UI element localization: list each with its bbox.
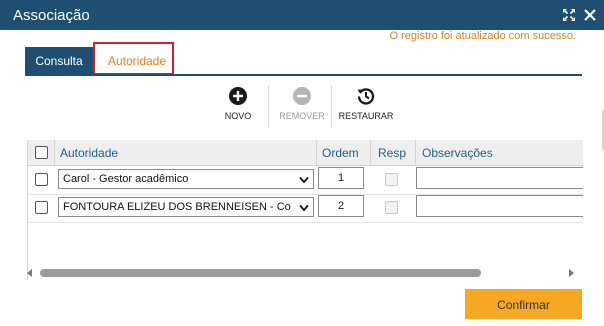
chevron-down-icon <box>299 203 309 212</box>
restore-button[interactable]: RESTAURAR <box>336 86 396 121</box>
remove-button-label: REMOVER <box>279 111 325 121</box>
tab-highlight-box <box>93 42 174 75</box>
status-message: O registro foi atualizado com sucesso. <box>389 30 576 42</box>
restore-history-icon <box>356 86 376 106</box>
column-header-ordem[interactable]: Ordem <box>322 146 359 160</box>
autoridade-select-value: FONTOURA ELIZEU DOS BRENNEISEN - Coorden… <box>63 201 291 213</box>
resp-checkbox[interactable] <box>385 173 398 186</box>
column-divider <box>370 140 371 165</box>
scrollbar-thumb[interactable] <box>40 269 481 277</box>
window-title: Associação <box>13 7 90 24</box>
horizontal-scrollbar[interactable] <box>27 266 582 280</box>
new-button[interactable]: NOVO <box>216 86 260 121</box>
tab-underline <box>25 74 582 76</box>
autoridade-select[interactable]: Carol - Gestor acadêmico <box>58 169 314 189</box>
table-row: FONTOURA ELIZEU DOS BRENNEISEN - Coorden… <box>28 194 583 223</box>
column-header-autoridade[interactable]: Autoridade <box>60 146 118 160</box>
ordem-input[interactable]: 1 <box>318 167 364 189</box>
confirm-button[interactable]: Confirmar <box>465 289 582 319</box>
expand-arrows-icon[interactable] <box>562 8 576 22</box>
resp-checkbox[interactable] <box>385 201 398 214</box>
column-divider <box>316 140 317 165</box>
column-header-resp[interactable]: Resp <box>378 146 406 160</box>
window-titlebar: Associação <box>0 0 604 30</box>
remove-button[interactable]: REMOVER <box>276 86 328 121</box>
new-button-label: NOVO <box>224 111 252 121</box>
restore-button-label: RESTAURAR <box>338 111 394 121</box>
select-all-checkbox[interactable] <box>35 146 48 159</box>
column-header-observacoes[interactable]: Observações <box>422 146 493 160</box>
tab-consulta[interactable]: Consulta <box>25 47 93 75</box>
toolbar-divider <box>268 86 269 128</box>
autoridade-select-value: Carol - Gestor acadêmico <box>63 173 189 185</box>
observacoes-input[interactable] <box>416 167 583 189</box>
autoridade-select[interactable]: FONTOURA ELIZEU DOS BRENNEISEN - Coorden… <box>58 197 314 217</box>
chevron-down-icon <box>299 175 309 184</box>
close-x-icon[interactable] <box>583 8 597 22</box>
scroll-right-icon[interactable] <box>569 269 574 277</box>
plus-circle-icon <box>228 86 248 106</box>
row-checkbox[interactable] <box>35 201 48 214</box>
scroll-left-icon[interactable] <box>27 269 32 277</box>
ordem-input[interactable]: 2 <box>318 195 364 217</box>
toolbar-divider <box>331 86 332 128</box>
grid-header: Autoridade Ordem Resp Observações <box>28 140 583 166</box>
column-divider <box>54 140 55 165</box>
minus-circle-icon <box>292 86 312 106</box>
column-divider <box>415 140 416 165</box>
observacoes-input[interactable] <box>416 195 583 217</box>
table-row: Carol - Gestor acadêmico 1 <box>28 166 583 195</box>
row-checkbox[interactable] <box>35 173 48 186</box>
authority-grid: Autoridade Ordem Resp Observações Carol … <box>27 140 583 280</box>
